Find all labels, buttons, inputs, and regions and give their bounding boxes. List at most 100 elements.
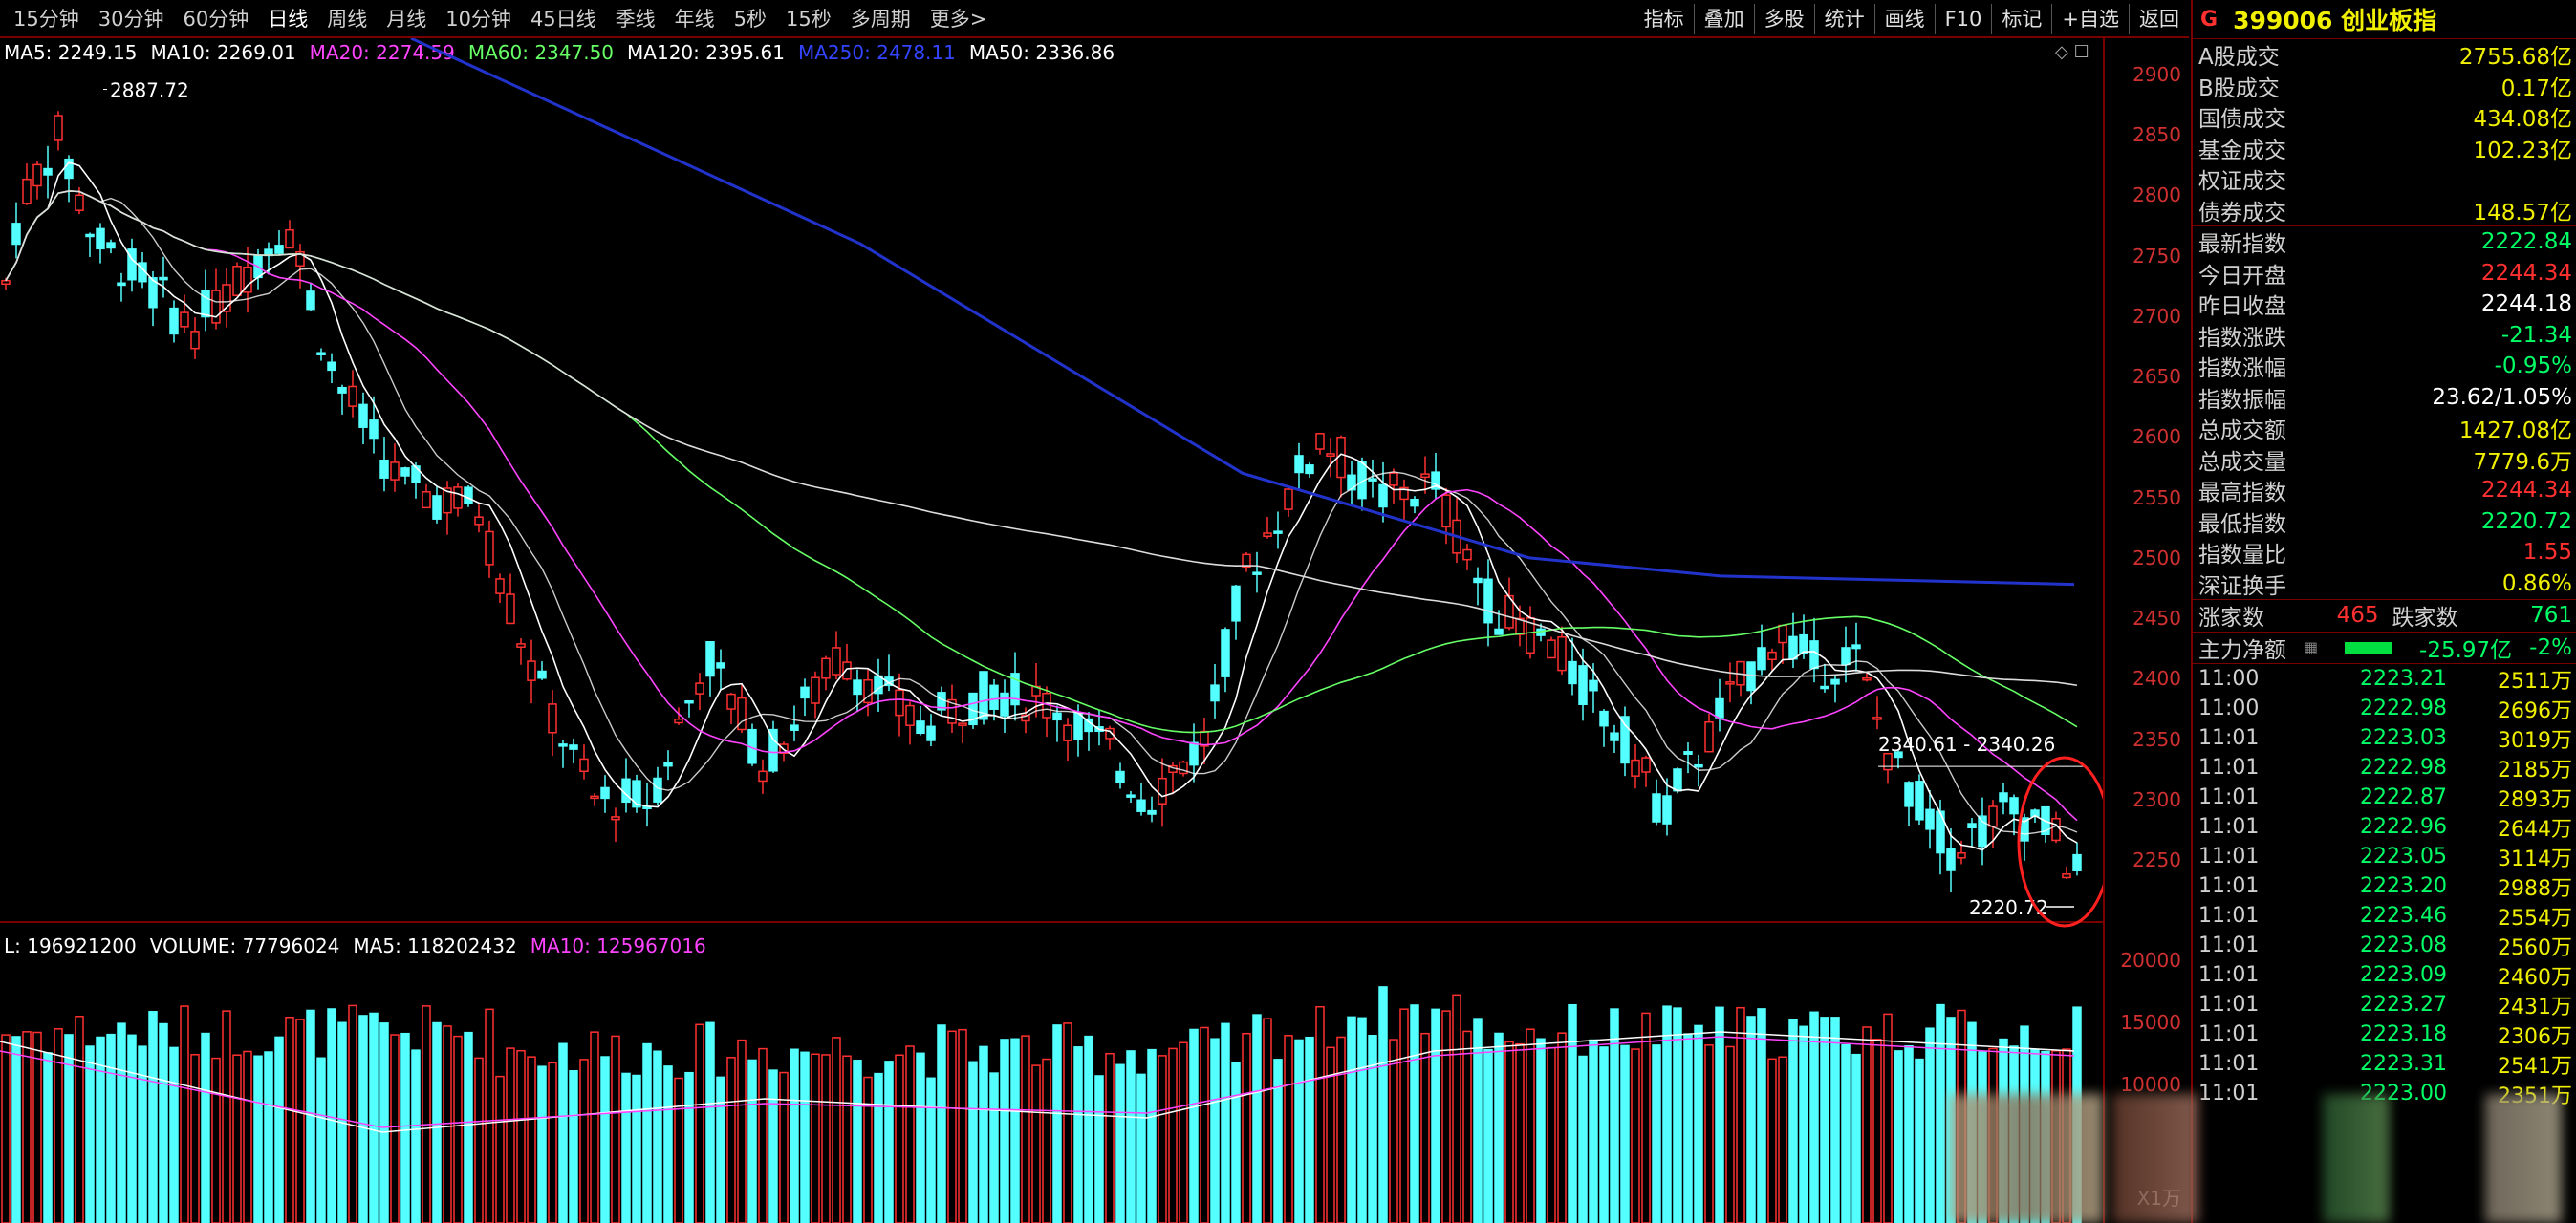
- highlight-circle: [2017, 756, 2103, 928]
- tool-button[interactable]: F10: [1934, 4, 1992, 34]
- candle-body: [506, 593, 515, 625]
- mainflow-icon: ▦: [2303, 638, 2319, 657]
- tick-volume: 2185万: [2498, 758, 2572, 783]
- candle-body: [1967, 823, 1977, 829]
- tick-row: 11:01 2223.08 2560万: [2193, 931, 2576, 960]
- tool-button[interactable]: 画线: [1873, 4, 1935, 34]
- volume-bar: [716, 1076, 725, 1223]
- tool-button[interactable]: +自选: [2051, 4, 2129, 34]
- candle-body: [1820, 685, 1829, 690]
- tab-period[interactable]: 更多>: [920, 4, 997, 34]
- volume-bar: [1494, 1032, 1504, 1223]
- candle-body: [537, 670, 547, 679]
- tool-button[interactable]: 统计: [1813, 4, 1874, 34]
- mainflow-bar: [2345, 641, 2393, 654]
- volume-bar: [201, 1032, 210, 1223]
- candle-body: [853, 679, 862, 696]
- tool-button[interactable]: 指标: [1633, 4, 1694, 34]
- tab-period[interactable]: 60分钟: [173, 4, 258, 34]
- tick-time: 11:00: [2198, 697, 2260, 720]
- candle-body: [306, 290, 315, 311]
- volume-bar: [1115, 1063, 1125, 1223]
- tool-button[interactable]: 标记: [1991, 4, 2051, 34]
- volume-bar: [1431, 1008, 1440, 1223]
- volume-bar: [117, 1022, 126, 1223]
- volume-bar: [1915, 1058, 1924, 1223]
- candle-body: [1368, 478, 1377, 482]
- tab-period[interactable]: 年线: [665, 4, 725, 34]
- quote-label: 深证换手: [2198, 573, 2286, 599]
- index-name: 399006 创业板指: [2233, 7, 2437, 34]
- tab-period[interactable]: 季线: [606, 4, 665, 34]
- tick-volume: 3114万: [2498, 847, 2572, 871]
- code-prefix: G: [2200, 7, 2219, 32]
- volume-bar: [222, 1010, 231, 1223]
- volume-bar: [1042, 1058, 1051, 1223]
- volume-bar: [611, 1035, 620, 1223]
- candlestick-chart[interactable]: 2887.722220.722340.61 - 2340.26◇ ☐: [0, 38, 2103, 1223]
- candle-body: [1788, 635, 1798, 660]
- candle-body: [790, 724, 799, 731]
- tab-period[interactable]: 15分钟: [4, 4, 89, 34]
- candle-body: [274, 245, 284, 254]
- volume-bar: [674, 1077, 683, 1223]
- volume-bar: [1441, 1010, 1451, 1223]
- volume-bar: [1872, 1038, 1882, 1223]
- volume-bar: [506, 1047, 515, 1223]
- candle-body: [1652, 793, 1661, 823]
- candle-body: [1915, 781, 1924, 821]
- candle-body: [1694, 763, 1703, 768]
- candle-body: [2072, 853, 2082, 871]
- tool-button[interactable]: 返回: [2129, 4, 2189, 34]
- tick-price: 2223.08: [2360, 933, 2447, 957]
- volume-bar: [779, 1071, 789, 1223]
- volume-bar: [22, 1031, 32, 1223]
- volume-bar: [54, 1028, 63, 1223]
- tab-period[interactable]: 5秒: [725, 4, 776, 34]
- volume-bar: [253, 1055, 263, 1223]
- candle-body: [1305, 464, 1314, 475]
- candle-body: [2009, 797, 2019, 815]
- tick-row: 11:01 2222.96 2644万: [2193, 812, 2576, 842]
- candle-body: [337, 386, 347, 394]
- tab-period[interactable]: 日线: [258, 4, 317, 34]
- quote-value: 102.23亿: [2473, 138, 2572, 163]
- volume-bar: [1242, 1032, 1251, 1223]
- tool-button[interactable]: 叠加: [1693, 4, 1754, 34]
- volume-bar: [1862, 1026, 1872, 1223]
- volume-bar: [1483, 1048, 1493, 1223]
- tick-price: 2223.18: [2360, 1022, 2447, 1046]
- quote-label: 最高指数: [2198, 481, 2286, 506]
- tab-period[interactable]: 30分钟: [89, 4, 174, 34]
- tool-button[interactable]: 多股: [1753, 4, 1814, 34]
- candle-body: [1473, 577, 1483, 584]
- tab-period[interactable]: 周线: [317, 4, 377, 34]
- candle-body: [285, 228, 294, 249]
- candle-body: [411, 465, 421, 483]
- volume-bar: [790, 1048, 799, 1223]
- volume-bar: [295, 1019, 305, 1223]
- tick-row: 11:01 2223.46 2554万: [2193, 901, 2576, 931]
- tab-period[interactable]: 45日线: [521, 4, 606, 34]
- volume-bar: [642, 1042, 652, 1223]
- tick-row: 11:00 2222.98 2696万: [2193, 694, 2576, 723]
- up-label: 涨家数: [2198, 606, 2264, 632]
- volume-bar: [453, 1035, 463, 1223]
- volume-bar: [495, 1075, 505, 1223]
- tab-period[interactable]: 15秒: [776, 4, 841, 34]
- candle-body: [1610, 732, 1619, 741]
- tab-period[interactable]: 10分钟: [436, 4, 521, 34]
- price-tick: 2850: [2132, 123, 2181, 147]
- volume-bar: [1052, 1024, 1062, 1223]
- candle-body: [1904, 782, 1914, 807]
- volume-bar: [1073, 1046, 1083, 1223]
- volume-bar: [43, 1052, 53, 1223]
- tab-period[interactable]: 月线: [377, 4, 436, 34]
- volume-bar: [527, 1056, 536, 1223]
- volume-bar: [464, 1031, 473, 1223]
- volume-bar: [800, 1051, 810, 1223]
- tab-period[interactable]: 多周期: [841, 4, 920, 34]
- candle-body: [1988, 805, 1998, 827]
- quote-label: 国债成交: [2198, 107, 2286, 133]
- candle-body: [1073, 712, 1083, 740]
